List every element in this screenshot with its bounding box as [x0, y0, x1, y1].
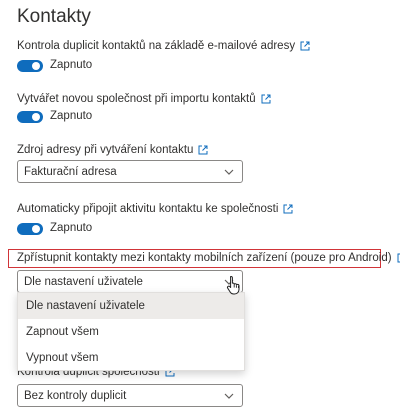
company-dup-dropdown[interactable]: Bez kontroly duplicit	[17, 384, 243, 407]
dup-email-label: Kontrola duplicit kontaktů na základě e-…	[17, 40, 310, 52]
external-link-icon[interactable]	[283, 204, 293, 214]
page-title: Kontakty	[17, 6, 91, 27]
dup-email-toggle-state: Zapnuto	[50, 59, 93, 71]
mobile-contacts-dropdown[interactable]: Dle nastavení uživatele	[17, 270, 243, 293]
menu-option-label: Dle nastavení uživatele	[26, 300, 145, 312]
link-activity-label: Automaticky připojit aktivitu kontaktu k…	[17, 203, 293, 215]
toggle-knob	[32, 225, 40, 233]
menu-option-label: Zapnout všem	[26, 326, 99, 338]
external-link-icon[interactable]	[198, 145, 208, 155]
new-company-toggle-state: Zapnuto	[50, 110, 93, 122]
mobile-contacts-label-text: Zpřístupnit kontakty mezi kontakty mobil…	[17, 252, 392, 264]
chevron-down-icon	[224, 393, 234, 399]
new-company-label: Vytvářet novou společnost při importu ko…	[17, 93, 271, 105]
address-source-label: Zdroj adresy při vytváření kontaktu	[17, 144, 208, 156]
toggle-knob	[32, 62, 40, 70]
dup-email-label-text: Kontrola duplicit kontaktů na základě e-…	[17, 40, 296, 52]
company-dup-value: Bez kontroly duplicit	[24, 389, 127, 402]
new-company-toggle[interactable]	[17, 111, 43, 123]
hand-pointer-icon	[226, 276, 240, 295]
mobile-contacts-menu: Dle nastavení uživatele Zapnout všem Vyp…	[17, 292, 245, 371]
menu-option-disable-all[interactable]: Vypnout všem	[18, 345, 244, 371]
link-activity-toggle-state: Zapnuto	[50, 222, 93, 234]
chevron-down-icon	[224, 169, 234, 175]
menu-option-enable-all[interactable]: Zapnout všem	[18, 319, 244, 345]
new-company-label-text: Vytvářet novou společnost při importu ko…	[17, 93, 256, 105]
external-link-icon[interactable]	[261, 94, 271, 104]
dup-email-toggle[interactable]	[17, 60, 43, 72]
address-source-value: Fakturační adresa	[24, 165, 117, 178]
mobile-contacts-label: Zpřístupnit kontakty mezi kontakty mobil…	[17, 252, 400, 264]
toggle-knob	[32, 113, 40, 121]
address-source-dropdown[interactable]: Fakturační adresa	[17, 160, 243, 183]
mobile-contacts-value: Dle nastavení uživatele	[24, 275, 143, 288]
address-source-label-text: Zdroj adresy při vytváření kontaktu	[17, 144, 194, 156]
menu-option-user-settings[interactable]: Dle nastavení uživatele	[18, 293, 244, 319]
link-activity-toggle[interactable]	[17, 223, 43, 235]
external-link-icon[interactable]	[300, 41, 310, 51]
menu-option-label: Vypnout všem	[26, 352, 99, 364]
link-activity-label-text: Automaticky připojit aktivitu kontaktu k…	[17, 203, 279, 215]
external-link-icon[interactable]	[397, 253, 400, 263]
